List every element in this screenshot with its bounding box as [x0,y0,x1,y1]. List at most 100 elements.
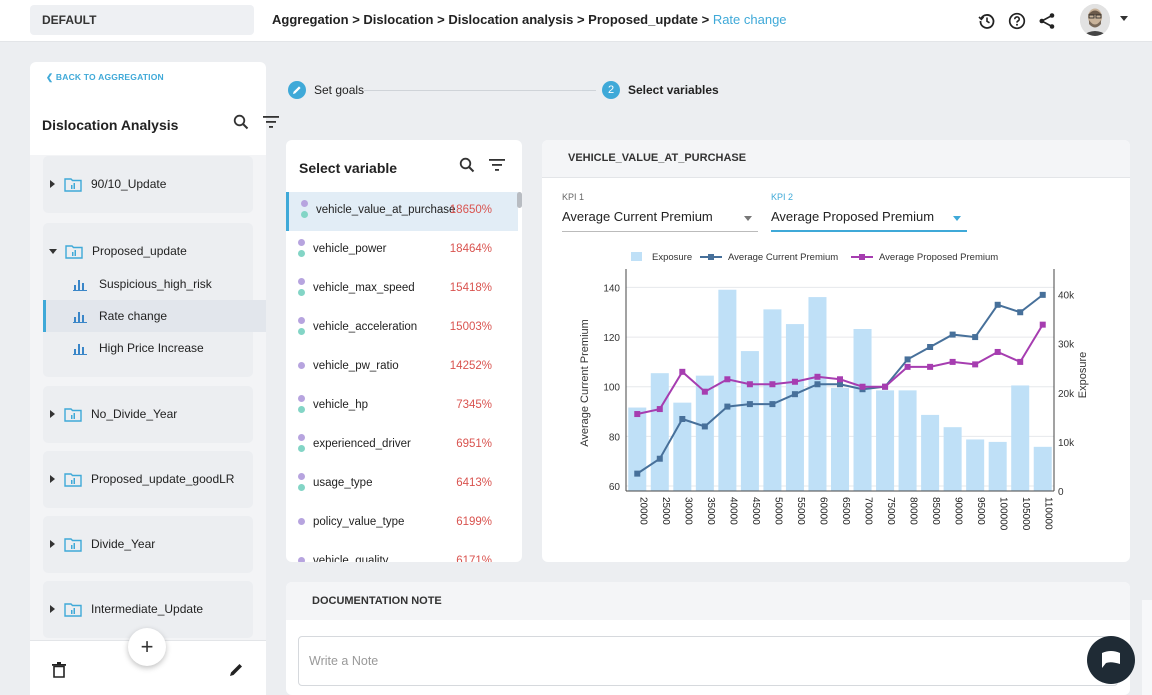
group-row[interactable]: Proposed_update [43,240,253,262]
data-point [1017,309,1024,316]
chevron-right-icon[interactable] [50,180,55,188]
y-tick-label: 80 [609,432,621,443]
back-link-label: BACK TO AGGREGATION [55,72,164,82]
variable-item[interactable]: vehicle_quality 6171% [286,543,518,562]
chevron-left-icon: ❮ [46,72,54,82]
legend-swatch-exposure [631,252,642,261]
note-input[interactable]: Write a Note [298,636,1118,686]
group-row[interactable]: 90/10_Update [43,173,253,195]
group-label: No_Divide_Year [91,407,178,421]
variable-item[interactable]: vehicle_power 18464% [286,231,518,270]
breadcrumb-dislocation[interactable]: Dislocation [363,12,433,27]
y-tick-label: 100 [603,383,620,394]
kpi1-value: Average Current Premium [562,209,713,224]
group-row[interactable]: Divide_Year [43,533,253,555]
step-connector [364,90,596,91]
group-row[interactable]: Intermediate_Update [43,598,253,620]
breadcrumb-dislocation-analysis[interactable]: Dislocation analysis [448,12,573,27]
variable-item[interactable]: experienced_driver 6951% [286,426,518,465]
data-point [994,348,1001,355]
variable-name: policy_value_type [313,516,405,528]
chevron-right-icon[interactable] [50,410,55,418]
history-icon[interactable] [976,10,998,32]
bar-exposure [1033,446,1052,491]
step-select-variables[interactable]: 2 Select variables [602,81,719,99]
data-point [814,373,821,380]
chat-button[interactable] [1087,636,1135,684]
legend-label: Average Proposed Premium [879,252,998,263]
avatar[interactable] [1080,4,1110,36]
y2-tick-label: 0 [1058,487,1064,498]
data-point [769,401,776,408]
data-point [656,406,663,413]
back-link[interactable]: ❮ BACK TO AGGREGATION [46,72,164,83]
variable-panel: Select variable vehicle_value_at_purchas… [286,140,522,562]
filter-icon[interactable] [489,159,505,174]
breadcrumb-proposed-update[interactable]: Proposed_update [588,12,698,27]
scrollbar[interactable] [517,192,522,208]
variable-item[interactable]: policy_value_type 6199% [286,504,518,543]
variable-percent: 6199% [456,516,492,528]
variable-dots [301,200,309,222]
chevron-down-icon[interactable] [1120,16,1128,21]
edge-strip [1142,600,1152,695]
data-point [634,470,641,477]
data-point [634,411,641,418]
data-point [701,388,708,395]
legend-label: Average Current Premium [728,252,838,263]
variable-percent: 15003% [449,321,492,333]
group-label: Divide_Year [91,537,156,551]
environment-selector[interactable]: DEFAULT [30,5,254,35]
documentation-header: DOCUMENTATION NOTE [286,582,1130,620]
sidebar-item-rate-change[interactable]: Rate change [43,300,266,332]
bar-exposure [808,297,827,491]
group-row[interactable]: No_Divide_Year [43,403,253,425]
kpi2-select[interactable]: Average Proposed Premium [771,206,967,232]
chevron-right-icon[interactable] [50,605,55,613]
variable-percent: 14252% [449,360,492,372]
breadcrumb-separator: > [701,12,710,27]
chevron-down-icon[interactable] [49,248,57,254]
variable-item[interactable]: vehicle_pw_ratio 14252% [286,348,518,387]
chevron-right-icon[interactable] [50,540,55,548]
chevron-right-icon[interactable] [50,475,55,483]
variable-dots [298,518,306,529]
variable-item[interactable]: vehicle_value_at_purchase 18650% [286,192,518,231]
variable-percent: 18464% [449,243,492,255]
bar-exposure [943,427,962,491]
pencil-icon[interactable] [228,662,244,681]
add-button[interactable]: + [128,628,166,666]
search-icon[interactable] [459,157,475,176]
group-label: Proposed_update [92,244,187,258]
teal-dot [298,250,305,257]
variable-item[interactable]: vehicle_hp 7345% [286,387,518,426]
variable-item[interactable]: vehicle_max_speed 15418% [286,270,518,309]
variable-item[interactable]: usage_type 6413% [286,465,518,504]
sidebar: ❮ BACK TO AGGREGATION Dislocation Analys… [30,62,279,695]
data-point [791,391,798,398]
filter-icon[interactable] [263,116,279,131]
data-point [746,381,753,388]
pencil-icon [288,81,306,99]
breadcrumb-aggregation[interactable]: Aggregation [272,12,349,27]
folder-icon [64,471,82,487]
data-point [701,423,708,430]
documentation-panel: DOCUMENTATION NOTE Write a Note [286,582,1130,695]
step-set-goals[interactable]: Set goals [288,81,364,99]
kpi1-select[interactable]: Average Current Premium [562,206,758,232]
chevron-down-icon [953,216,961,221]
chart-variable-title: VEHICLE_VALUE_AT_PURCHASE [568,152,747,164]
y-axis-label: Average Current Premium [579,319,591,447]
sidebar-item-high-price-increase[interactable]: High Price Increase [43,332,266,364]
share-icon[interactable] [1036,10,1058,32]
variable-name: vehicle_power [313,243,387,255]
breadcrumb-separator: > [576,12,585,27]
help-icon[interactable] [1006,10,1028,32]
variable-item[interactable]: vehicle_acceleration 15003% [286,309,518,348]
group-row[interactable]: Proposed_update_goodLR [43,468,253,490]
search-icon[interactable] [233,114,249,133]
sidebar-item-suspicious-high-risk[interactable]: Suspicious_high_risk [43,268,266,300]
trash-icon[interactable] [52,662,66,681]
data-point [724,376,731,383]
data-point [972,361,979,368]
